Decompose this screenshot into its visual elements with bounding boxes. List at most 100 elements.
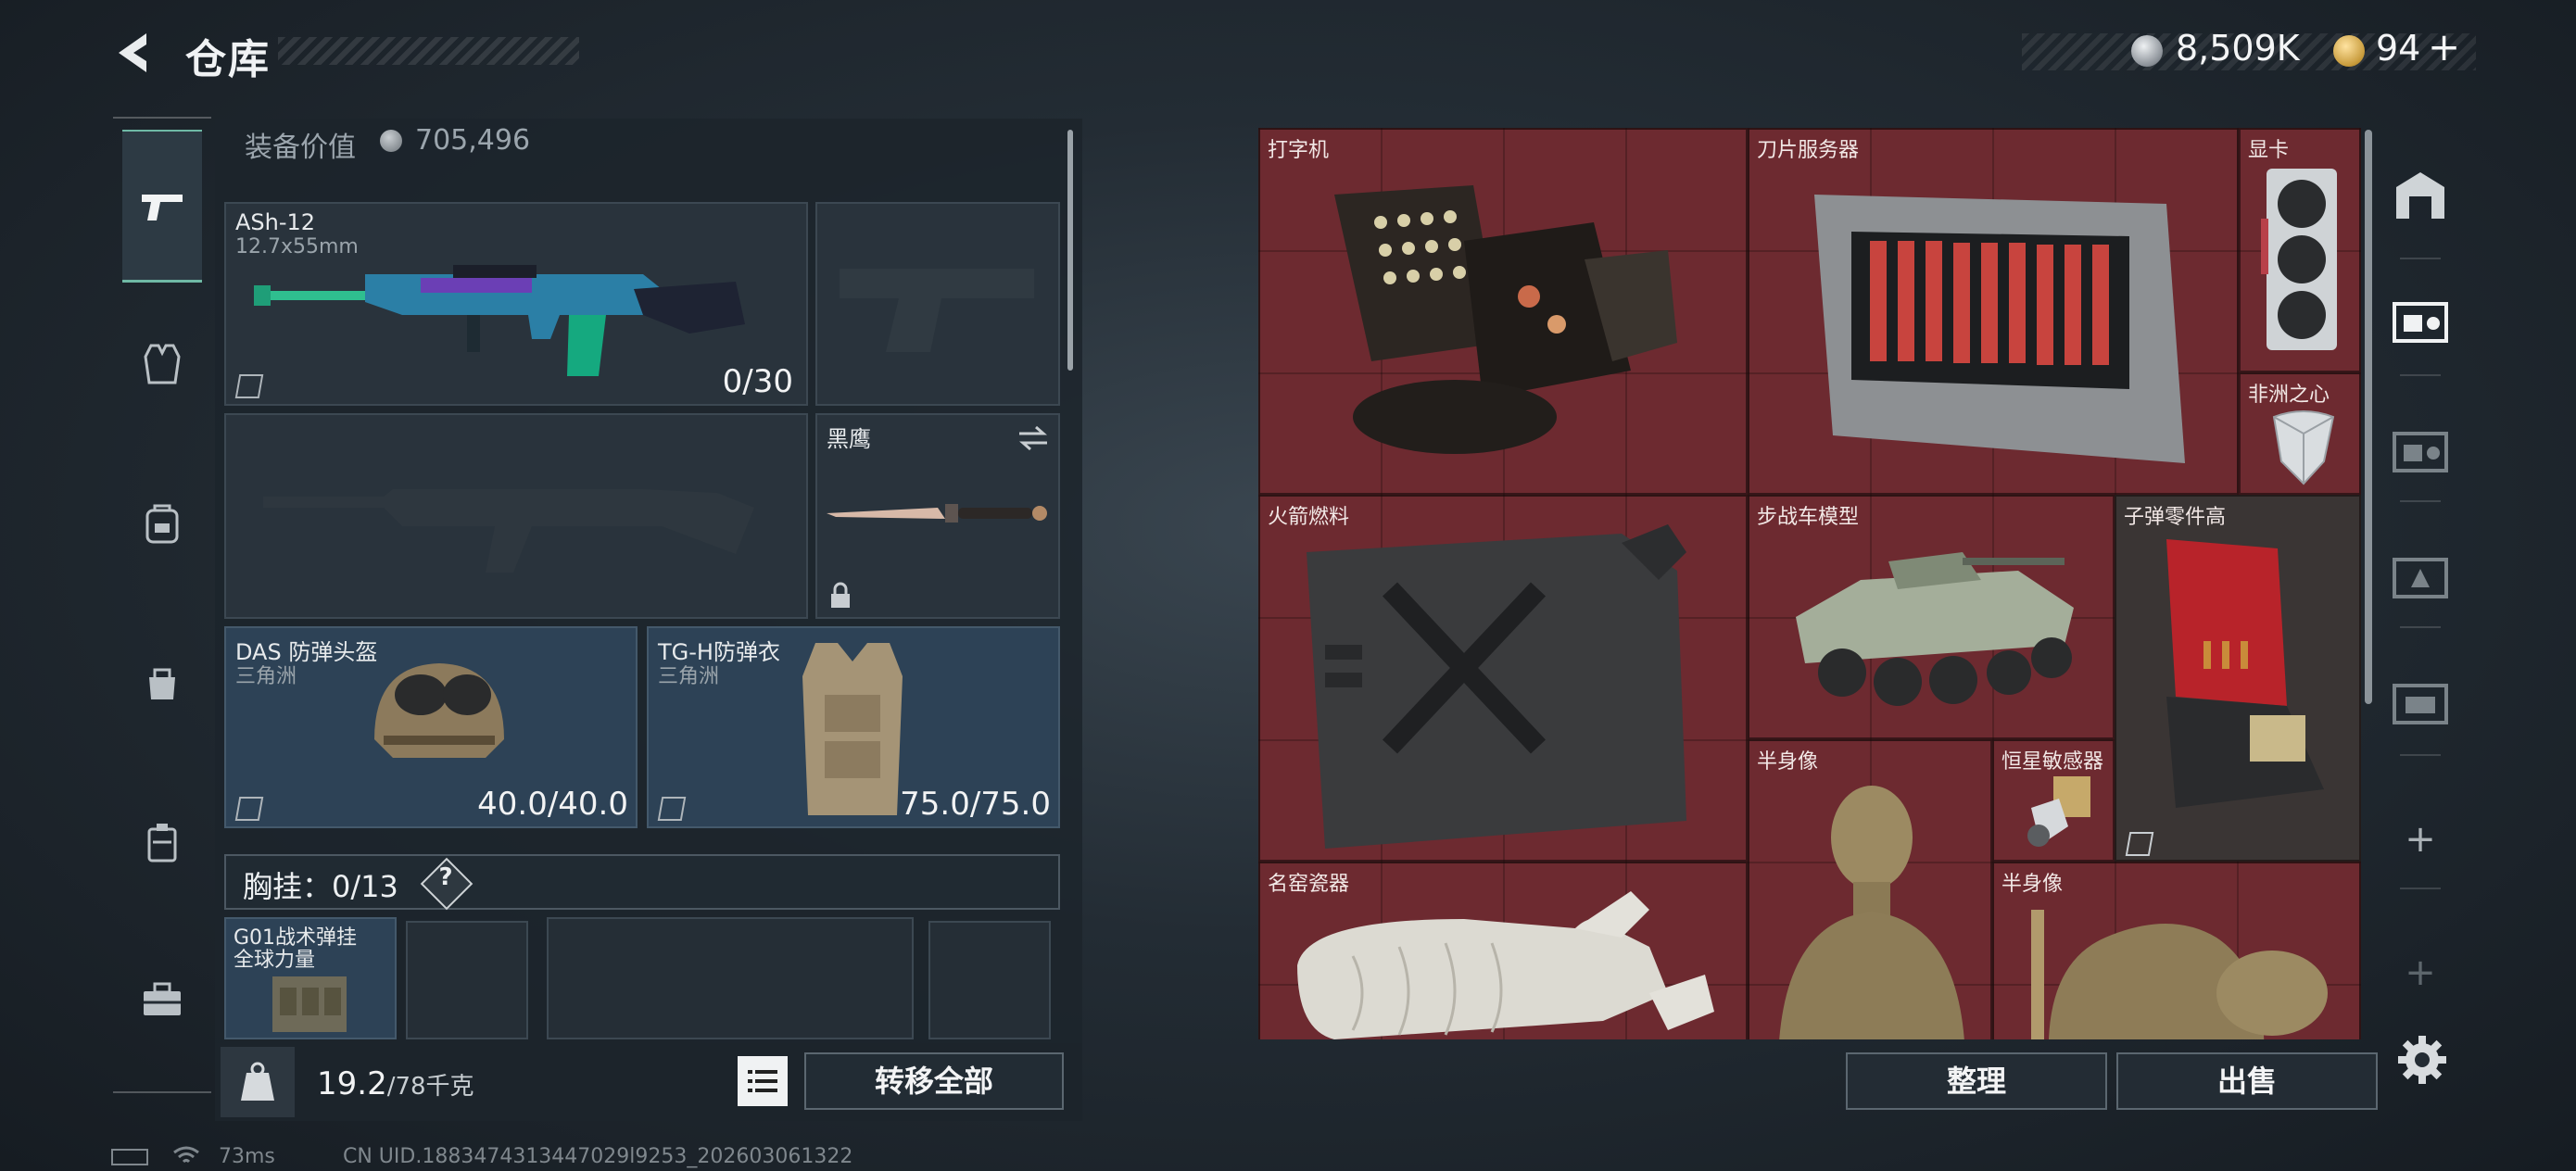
help-icon-glyph: ?: [438, 863, 453, 891]
battery-icon: [111, 1149, 148, 1165]
equipment-value-label: 装备价值: [245, 132, 356, 164]
weight-button[interactable]: [221, 1047, 295, 1117]
stash-page-4-tab[interactable]: [2383, 413, 2457, 487]
swap-icon[interactable]: [1017, 424, 1049, 452]
loadout-scrollbar[interactable]: [1067, 130, 1073, 371]
stash-item-heart-of-africa[interactable]: 非洲之心: [2239, 372, 2361, 495]
stash-page-icon: [2393, 684, 2448, 724]
sort-button[interactable]: 整理: [1846, 1052, 2107, 1110]
stash-item-gpu[interactable]: 显卡: [2239, 128, 2361, 372]
divider: [2400, 626, 2441, 628]
rifle-icon: [254, 265, 745, 376]
weapon-name: ASh-12: [235, 209, 316, 235]
settings-icon[interactable]: [2394, 1032, 2450, 1088]
back-icon[interactable]: [109, 28, 159, 78]
vest-icon: [144, 344, 181, 384]
armor-brand: 三角洲: [658, 665, 720, 688]
typewriter-icon: [1334, 185, 1677, 454]
divider: [2400, 500, 2441, 502]
stash-grid: 打字机 刀片服务器 显卡 非洲之心 火箭燃料 步战车模型 子弹零件高 半身像 恒…: [1258, 128, 2361, 1039]
add-premium-button[interactable]: +: [2428, 24, 2460, 69]
ping: 73ms: [219, 1145, 275, 1168]
rifle-silhouette-icon: [263, 489, 754, 573]
helmet-durability: 40.0/40.0: [477, 786, 628, 823]
vase-icon: [1297, 891, 1714, 1039]
divider: [2400, 754, 2441, 756]
stash-page-2-tab[interactable]: [2383, 665, 2457, 739]
warehouse-icon: [2396, 172, 2444, 219]
warehouse-tab[interactable]: [2383, 157, 2457, 232]
weight-icon: [241, 1062, 274, 1101]
secondary-primary-slot[interactable]: [224, 413, 808, 619]
ifv-icon: [1796, 552, 2074, 706]
stash-scrollbar[interactable]: [2365, 130, 2372, 704]
melee-name: 黑鹰: [827, 426, 871, 452]
pouch-icon: [149, 668, 175, 699]
stash-item-ifv-model[interactable]: 步战车模型: [1748, 495, 2115, 739]
armor-slot[interactable]: TG-H防弹衣 三角洲 75.0/75.0: [647, 626, 1060, 828]
stash-item-bullet-parts[interactable]: 子弹零件高: [2115, 495, 2361, 862]
rig-cell[interactable]: [406, 921, 528, 1039]
tab-weapons[interactable]: [122, 130, 202, 283]
carry-weight-max: /78千克: [386, 1073, 474, 1101]
primary-weapon-slot[interactable]: ASh-12 12.7x55mm 0/30: [224, 202, 808, 406]
tab-armor[interactable]: [122, 324, 202, 404]
equipment-value: 705,496: [415, 124, 531, 157]
stash-item-bust[interactable]: 半身像: [1992, 862, 2361, 1039]
stash-item-bust[interactable]: 半身像: [1748, 739, 1992, 1039]
add-stash-page-button[interactable]: +: [2383, 936, 2457, 1010]
sensor-icon: [2027, 776, 2090, 847]
helmet-slot[interactable]: DAS 防弹头盔 三角洲 40.0/40.0: [224, 626, 638, 828]
stash-item-porcelain[interactable]: 名窑瓷器: [1258, 862, 1748, 1039]
premium-coin-icon: [2333, 35, 2365, 67]
stash-page-icon: [2393, 302, 2448, 343]
not-insured-icon: [234, 374, 264, 398]
ammo-count: 0/30: [722, 363, 793, 400]
bust-icon: [2031, 910, 2328, 1039]
stash-item-blade-server[interactable]: 刀片服务器: [1748, 128, 2239, 495]
secondary-weapon-slot[interactable]: [815, 202, 1060, 406]
title-stripe: [278, 37, 579, 65]
transfer-all-button[interactable]: 转移全部: [804, 1052, 1064, 1110]
page-title: 仓库: [185, 36, 271, 83]
stash-page-icon: [2393, 432, 2448, 472]
rig-icon: [272, 976, 347, 1032]
stash-item-typewriter[interactable]: 打字机: [1258, 128, 1748, 495]
lock-icon: [831, 582, 850, 608]
gpu-icon: [2261, 169, 2337, 350]
item-label: 子弹零件高: [2124, 506, 2227, 529]
silver-amount: 8,509K: [2176, 28, 2300, 69]
stash-page-3-tab[interactable]: [2383, 539, 2457, 613]
carry-weight-current: 19.2: [317, 1065, 387, 1102]
server-icon: [1814, 195, 2185, 463]
stash-page-1-tab[interactable]: [2383, 283, 2457, 358]
stash-item-star-sensor[interactable]: 恒星敏感器: [1992, 739, 2115, 862]
vest-icon: [802, 643, 903, 815]
stash-page-icon: [2393, 558, 2448, 598]
diamond-icon: [2272, 410, 2335, 485]
divider: [2400, 258, 2441, 259]
add-stash-page-button[interactable]: +: [2383, 802, 2457, 876]
melee-slot[interactable]: 黑鹰: [815, 413, 1060, 619]
chest-rig-slot[interactable]: G01战术弹挂 全球力量: [224, 917, 397, 1039]
silver-coin-icon: [2131, 35, 2163, 67]
chest-rig-label: 胸挂：0/13: [243, 869, 398, 904]
tab-pouch[interactable]: [122, 643, 202, 723]
tab-backpack[interactable]: [122, 484, 202, 563]
backpack-icon: [145, 504, 179, 544]
uid: CN UID.1883474313447029l9253_20260306132…: [343, 1145, 853, 1168]
tab-toolbox[interactable]: [122, 960, 202, 1039]
tab-case[interactable]: [122, 802, 202, 882]
rig-cell[interactable]: [547, 917, 914, 1039]
item-label: 刀片服务器: [1757, 139, 1860, 162]
pistol-icon: [142, 195, 183, 220]
sell-button[interactable]: 出售: [2116, 1052, 2378, 1110]
not-insured-icon: [234, 797, 264, 821]
coin-icon: [380, 130, 402, 152]
ammo-case-icon: [2166, 539, 2324, 808]
rig-cell[interactable]: [928, 921, 1051, 1039]
pistol-silhouette-icon: [840, 269, 1034, 352]
list-view-button[interactable]: [738, 1056, 788, 1106]
item-label: 显卡: [2248, 139, 2290, 162]
stash-item-rocket-fuel[interactable]: 火箭燃料: [1258, 495, 1748, 862]
